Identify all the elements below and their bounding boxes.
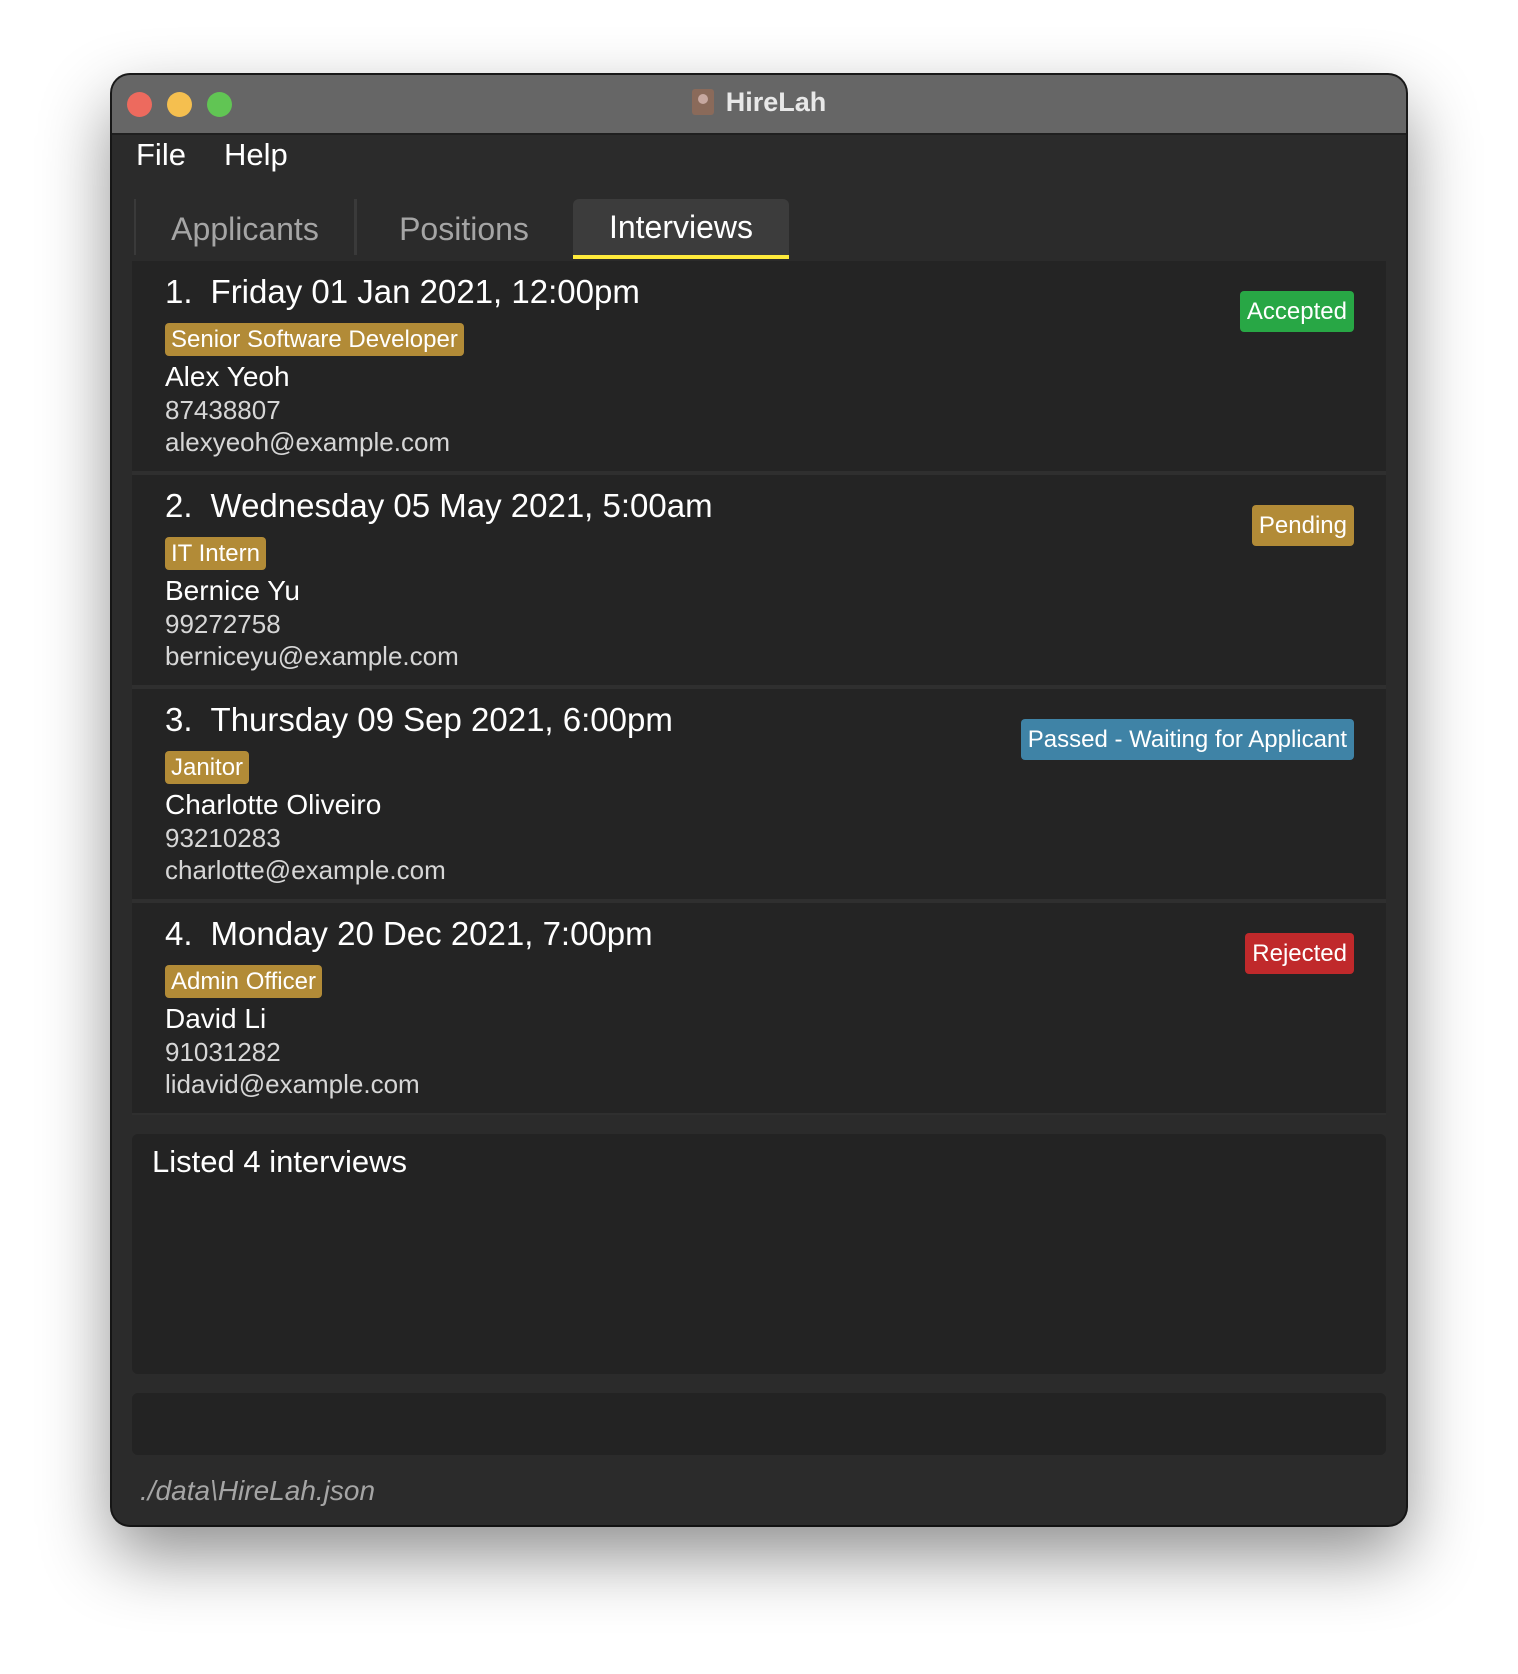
applicant-phone: 93210283 (165, 823, 281, 853)
interview-index: 4. (165, 915, 193, 952)
interview-datetime: 2. Wednesday 05 May 2021, 5:00am (165, 487, 713, 525)
result-display[interactable]: Listed 4 interviews (132, 1134, 1386, 1374)
window-title: HireLah (112, 87, 1406, 118)
window-title-text: HireLah (725, 87, 827, 117)
tab-interviews[interactable]: Interviews (573, 199, 789, 259)
interview-datetime: 4. Monday 20 Dec 2021, 7:00pm (165, 915, 653, 953)
app-logo-icon (691, 89, 714, 115)
interview-card[interactable]: 3. Thursday 09 Sep 2021, 6:00pm Janitor C… (132, 689, 1386, 899)
menu-file[interactable]: File (136, 137, 186, 173)
applicant-phone: 91031282 (165, 1037, 281, 1067)
interview-index: 1. (165, 273, 193, 310)
interview-index: 3. (165, 701, 193, 738)
applicant-email: berniceyu@example.com (165, 641, 459, 671)
interview-datetime: 1. Friday 01 Jan 2021, 12:00pm (165, 273, 640, 311)
menu-bar (112, 135, 1406, 193)
tab-bar: Applicants Positions Interviews (134, 199, 1384, 263)
tab-positions[interactable]: Positions (355, 199, 573, 255)
interview-datetime-text: Monday 20 Dec 2021, 7:00pm (210, 915, 653, 952)
command-input[interactable] (132, 1393, 1386, 1455)
status-badge: Rejected (1245, 933, 1354, 974)
applicant-name: Alex Yeoh (165, 361, 290, 392)
applicant-email: lidavid@example.com (165, 1069, 420, 1099)
interview-card[interactable]: 1. Friday 01 Jan 2021, 12:00pm Senior Sof… (132, 261, 1386, 471)
applicant-name: Charlotte Oliveiro (165, 789, 382, 820)
position-tag: Admin Officer (165, 965, 322, 998)
position-tag: Janitor (165, 751, 250, 784)
applicant-phone: 99272758 (165, 609, 281, 639)
status-badge: Pending (1251, 505, 1354, 546)
data-file-path: ./data\HireLah.json (140, 1475, 376, 1506)
position-tag: Senior Software Developer (165, 323, 464, 356)
result-message: Listed 4 interviews (152, 1144, 408, 1179)
interview-datetime: 3. Thursday 09 Sep 2021, 6:00pm (165, 701, 673, 739)
title-bar[interactable]: HireLah (112, 75, 1406, 135)
applicant-email: alexyeoh@example.com (165, 427, 451, 457)
menu-help[interactable]: Help (224, 137, 288, 173)
applicant-name: Bernice Yu (165, 575, 300, 606)
applicant-phone: 87438807 (165, 395, 281, 425)
app-window: HireLah File Help Applicants Positions I… (112, 75, 1406, 1525)
interview-datetime-text: Wednesday 05 May 2021, 5:00am (210, 487, 713, 524)
tab-applicants[interactable]: Applicants (134, 199, 357, 255)
interview-datetime-text: Friday 01 Jan 2021, 12:00pm (210, 273, 640, 310)
status-badge: Accepted (1239, 291, 1354, 332)
status-badge: Passed - Waiting for Applicant (1020, 719, 1354, 760)
position-tag: IT Intern (165, 537, 266, 570)
applicant-name: David Li (165, 1003, 267, 1034)
interview-datetime-text: Thursday 09 Sep 2021, 6:00pm (210, 701, 673, 738)
interview-index: 2. (165, 487, 193, 524)
interview-card[interactable]: 4. Monday 20 Dec 2021, 7:00pm Admin Offic… (132, 903, 1386, 1113)
interview-list[interactable]: 1. Friday 01 Jan 2021, 12:00pm Senior Sof… (132, 261, 1386, 1115)
applicant-email: charlotte@example.com (165, 855, 446, 885)
interview-card[interactable]: 2. Wednesday 05 May 2021, 5:00am IT Inter… (132, 475, 1386, 685)
